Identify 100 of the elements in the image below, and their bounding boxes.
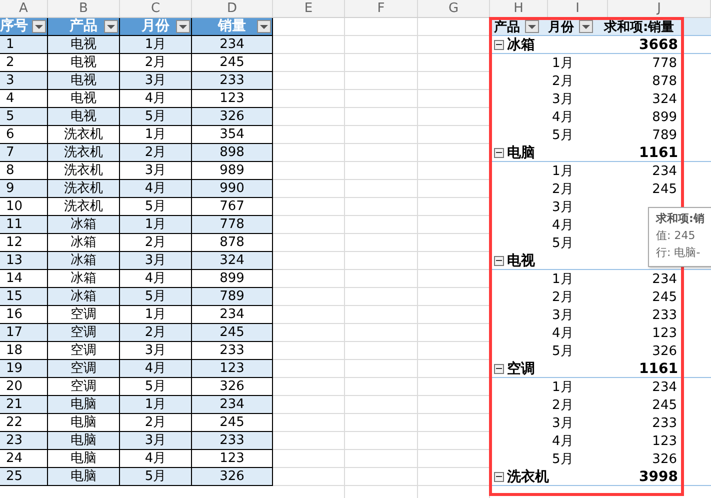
table-cell: 789 bbox=[192, 288, 273, 306]
table-cell: 233 bbox=[192, 72, 273, 90]
month-label: 3月 bbox=[552, 91, 574, 108]
column-header[interactable]: B bbox=[48, 0, 120, 17]
table-cell: 15 bbox=[0, 288, 48, 306]
filter-button[interactable] bbox=[104, 20, 118, 33]
value-cell: 123 bbox=[652, 326, 677, 340]
column-header[interactable]: G bbox=[418, 0, 490, 17]
group-label: 洗衣机 bbox=[507, 468, 549, 486]
table-cell: 234 bbox=[192, 36, 273, 54]
group-label: 电脑 bbox=[507, 144, 535, 162]
month-label: 1月 bbox=[552, 379, 574, 396]
table-cell: 233 bbox=[192, 342, 273, 360]
group-label: 空调 bbox=[507, 360, 535, 378]
table-cell: 9 bbox=[0, 180, 48, 198]
table-cell: 冰箱 bbox=[48, 252, 120, 270]
table-cell: 21 bbox=[0, 396, 48, 414]
table-cell: 990 bbox=[192, 180, 273, 198]
table-cell: 5月 bbox=[120, 288, 192, 306]
filter-button[interactable] bbox=[176, 20, 190, 33]
value-cell: 878 bbox=[652, 74, 677, 88]
table-cell: 234 bbox=[192, 306, 273, 324]
value-cell: 234 bbox=[652, 164, 677, 178]
table-cell: 5月 bbox=[120, 108, 192, 126]
collapse-icon[interactable] bbox=[494, 472, 504, 482]
column-header[interactable]: A bbox=[0, 0, 48, 17]
table-cell: 326 bbox=[192, 378, 273, 396]
table-cell: 22 bbox=[0, 414, 48, 432]
pivot-header: 月份 bbox=[548, 18, 574, 36]
table-cell: 3 bbox=[0, 72, 48, 90]
month-label: 2月 bbox=[552, 289, 574, 306]
collapse-icon[interactable] bbox=[494, 364, 504, 374]
filter-button[interactable] bbox=[257, 20, 271, 33]
table-cell: 1月 bbox=[120, 36, 192, 54]
table-cell: 冰箱 bbox=[48, 288, 120, 306]
table-cell: 4月 bbox=[120, 450, 192, 468]
table-cell: 5月 bbox=[120, 468, 192, 486]
value-cell: 789 bbox=[652, 128, 677, 142]
month-label: 4月 bbox=[552, 325, 574, 342]
filter-button[interactable] bbox=[525, 20, 539, 33]
table-cell: 空调 bbox=[48, 306, 120, 324]
filter-button[interactable] bbox=[32, 20, 46, 33]
group-total: 3998 bbox=[639, 468, 678, 484]
table-cell: 1月 bbox=[120, 216, 192, 234]
column-header[interactable]: E bbox=[273, 0, 345, 17]
table-cell: 25 bbox=[0, 468, 48, 486]
value-cell: 233 bbox=[652, 416, 677, 430]
tooltip-text: 行: 电脑- bbox=[656, 245, 702, 260]
table-cell: 24 bbox=[0, 450, 48, 468]
tooltip-title: 求和项:销 bbox=[656, 211, 706, 226]
table-cell: 4月 bbox=[120, 360, 192, 378]
table-cell: 电脑 bbox=[48, 396, 120, 414]
table-cell: 354 bbox=[192, 126, 273, 144]
table-cell: 123 bbox=[192, 90, 273, 108]
table-cell: 电视 bbox=[48, 108, 120, 126]
column-header[interactable]: F bbox=[345, 0, 418, 17]
table-cell: 245 bbox=[192, 324, 273, 342]
table-cell: 2月 bbox=[120, 414, 192, 432]
table-cell: 2月 bbox=[120, 234, 192, 252]
table-cell: 电视 bbox=[48, 54, 120, 72]
group-label: 冰箱 bbox=[507, 36, 535, 54]
pivot-header: 求和项:销量 bbox=[604, 18, 674, 36]
header-label: 销量 bbox=[218, 18, 246, 35]
table-cell: 洗衣机 bbox=[48, 144, 120, 162]
month-label: 4月 bbox=[552, 217, 574, 234]
header-label: 序号 bbox=[0, 18, 28, 35]
month-label: 3月 bbox=[552, 199, 574, 216]
table-cell: 电脑 bbox=[48, 432, 120, 450]
table-cell: 898 bbox=[192, 144, 273, 162]
table-cell: 245 bbox=[192, 414, 273, 432]
table-cell: 324 bbox=[192, 252, 273, 270]
table-cell: 2月 bbox=[120, 144, 192, 162]
table-cell: 4月 bbox=[120, 180, 192, 198]
filter-button[interactable] bbox=[579, 20, 593, 33]
value-cell: 324 bbox=[652, 92, 677, 106]
table-cell: 冰箱 bbox=[48, 216, 120, 234]
column-header[interactable]: D bbox=[192, 0, 273, 17]
month-label: 4月 bbox=[552, 433, 574, 450]
collapse-icon[interactable] bbox=[494, 40, 504, 50]
table-cell: 326 bbox=[192, 108, 273, 126]
table-cell: 23 bbox=[0, 432, 48, 450]
table-cell: 空调 bbox=[48, 324, 120, 342]
table-cell: 17 bbox=[0, 324, 48, 342]
table-cell: 电视 bbox=[48, 36, 120, 54]
header-label: 产品 bbox=[70, 18, 98, 35]
table-cell: 7 bbox=[0, 144, 48, 162]
table-cell: 电脑 bbox=[48, 414, 120, 432]
collapse-icon[interactable] bbox=[494, 256, 504, 266]
month-label: 2月 bbox=[552, 181, 574, 198]
table-cell: 10 bbox=[0, 198, 48, 216]
group-label: 电视 bbox=[507, 252, 535, 270]
table-cell: 18 bbox=[0, 342, 48, 360]
collapse-icon[interactable] bbox=[494, 148, 504, 158]
column-header[interactable]: J bbox=[608, 0, 711, 17]
table-cell: 电脑 bbox=[48, 468, 120, 486]
table-cell: 空调 bbox=[48, 342, 120, 360]
column-header[interactable]: C bbox=[120, 0, 192, 17]
column-header[interactable]: I bbox=[548, 0, 608, 17]
table-cell: 5月 bbox=[120, 198, 192, 216]
column-header[interactable]: H bbox=[490, 0, 548, 17]
